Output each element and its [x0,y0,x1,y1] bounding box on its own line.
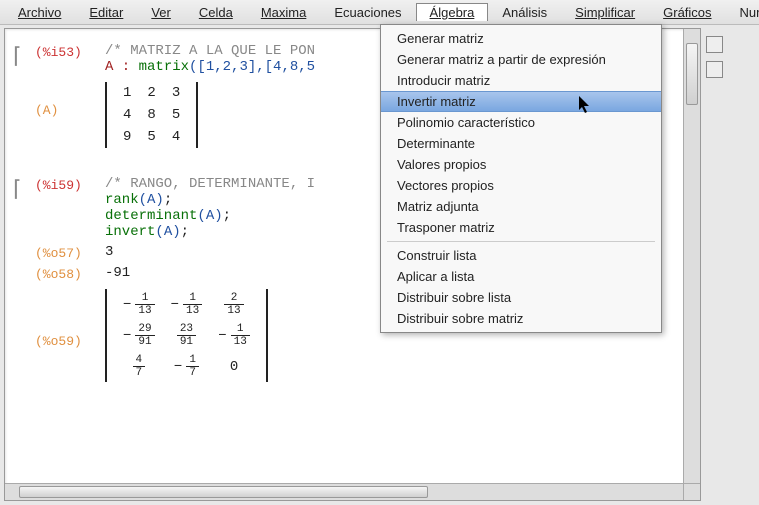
mi-valores[interactable]: Valores propios [381,154,661,175]
menu-simplificar[interactable]: Simplificar [561,3,649,22]
mi-polinomio[interactable]: Polinomio característico [381,112,661,133]
matrix-inverse: −113 −113 213 −2991 2391 −113 47 −17 0 [105,289,268,382]
menu-numerico[interactable]: Numérico [726,3,759,22]
menu-separator [387,241,655,242]
menu-celda[interactable]: Celda [185,3,247,22]
comment: /* RANGO, DETERMINANTE, I [105,176,315,192]
fold-icon[interactable]: ⌈ [13,43,22,69]
mi-dist-lista[interactable]: Distribuir sobre lista [381,287,661,308]
comment: /* MATRIZ A LA QUE LE PON [105,43,315,59]
algebra-dropdown: Generar matriz Generar matriz a partir d… [380,24,662,333]
menu-ver[interactable]: Ver [137,3,185,22]
mi-introducir[interactable]: Introducir matriz [381,70,661,91]
mi-vectores[interactable]: Vectores propios [381,175,661,196]
menubar: Archivo Editar Ver Celda Maxima Ecuacion… [0,0,759,25]
menu-analisis[interactable]: Análisis [488,3,561,22]
mi-dist-matriz[interactable]: Distribuir sobre matriz [381,308,661,329]
horizontal-scrollbar[interactable] [5,483,684,500]
menu-algebra[interactable]: Álgebra [416,3,489,21]
menu-maxima[interactable]: Maxima [247,3,321,22]
label-o59: (%o59) [35,286,105,349]
menu-archivo[interactable]: Archivo [4,3,75,22]
side-button-1[interactable] [706,36,723,53]
label-i59: (%i59) [35,176,105,193]
mi-generar-expr[interactable]: Generar matriz a partir de expresión [381,49,661,70]
label-i53: (%i53) [35,43,105,60]
fold-icon[interactable]: ⌈ [13,176,22,202]
menu-editar[interactable]: Editar [75,3,137,22]
mi-construir-lista[interactable]: Construir lista [381,245,661,266]
label-o58: (%o58) [35,265,105,282]
mi-invertir[interactable]: Invertir matriz [381,91,661,112]
label-o57: (%o57) [35,244,105,261]
menu-ecuaciones[interactable]: Ecuaciones [320,3,415,22]
side-button-2[interactable] [706,61,723,78]
scrollbar-corner [683,483,700,500]
mi-determinante[interactable]: Determinante [381,133,661,154]
mi-aplicar-lista[interactable]: Aplicar a lista [381,266,661,287]
label-A: (A) [35,79,105,118]
mi-trasponer[interactable]: Trasponer matriz [381,217,661,238]
menu-graficos[interactable]: Gráficos [649,3,725,22]
mi-adjunta[interactable]: Matriz adjunta [381,196,661,217]
vertical-scrollbar[interactable] [683,29,700,484]
matrix-A: 123 485 954 [105,82,198,148]
mi-generar-matriz[interactable]: Generar matriz [381,28,661,49]
